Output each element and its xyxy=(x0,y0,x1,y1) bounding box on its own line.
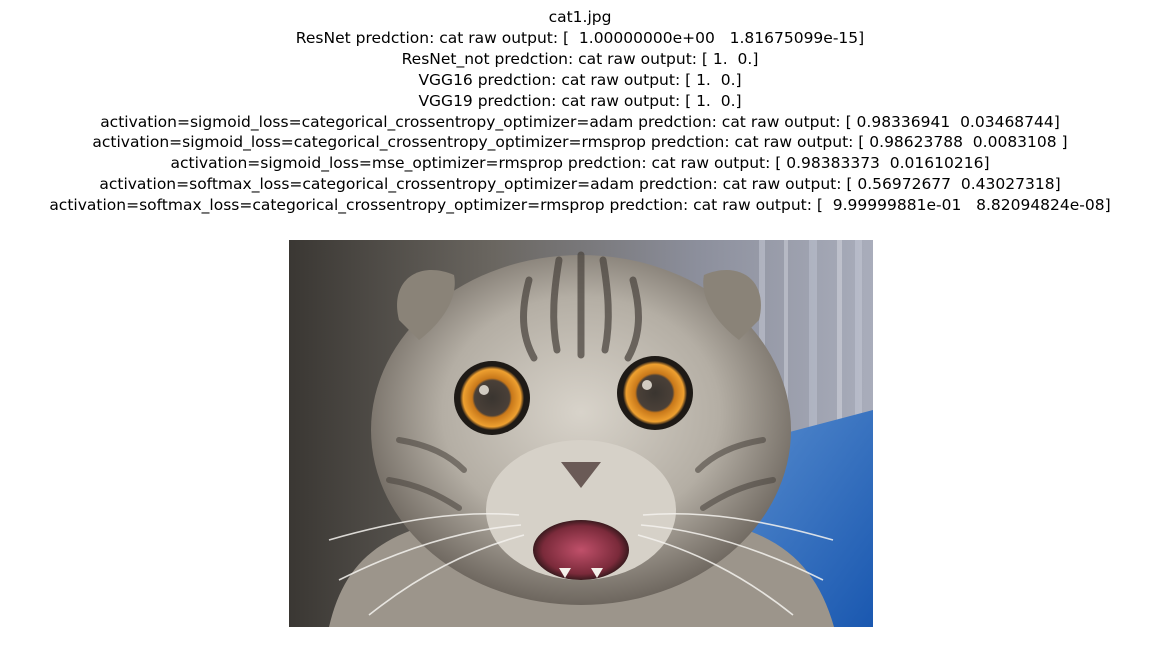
title-softmax-cce-adam-prediction: activation=softmax_loss=categorical_cros… xyxy=(99,175,1061,194)
cat-mouth xyxy=(533,520,629,580)
title-resnet-prediction: ResNet predction: cat raw output: [ 1.00… xyxy=(295,28,865,47)
cat-photo-drawing xyxy=(289,240,873,627)
figure-title: cat1.jpg ResNet predction: cat raw outpu… xyxy=(0,7,1160,216)
left-eye xyxy=(454,361,530,435)
title-filename: cat1.jpg xyxy=(548,8,612,26)
right-eye xyxy=(617,356,693,430)
title-softmax-cce-rmsprop-prediction: activation=softmax_loss=categorical_cros… xyxy=(49,196,1111,215)
title-sigmoid-cce-adam-prediction: activation=sigmoid_loss=categorical_cros… xyxy=(100,112,1060,131)
cat-photo xyxy=(289,240,873,627)
title-vgg19-prediction: VGG19 predction: cat raw output: [ 1. 0.… xyxy=(418,91,742,110)
title-resnet-not-prediction: ResNet_not predction: cat raw output: [ … xyxy=(401,49,759,68)
title-vgg16-prediction: VGG16 predction: cat raw output: [ 1. 0.… xyxy=(418,70,742,89)
title-sigmoid-cce-rmsprop-prediction: activation=sigmoid_loss=categorical_cros… xyxy=(92,133,1068,152)
title-sigmoid-mse-rmsprop-prediction: activation=sigmoid_loss=mse_optimizer=rm… xyxy=(170,154,990,173)
